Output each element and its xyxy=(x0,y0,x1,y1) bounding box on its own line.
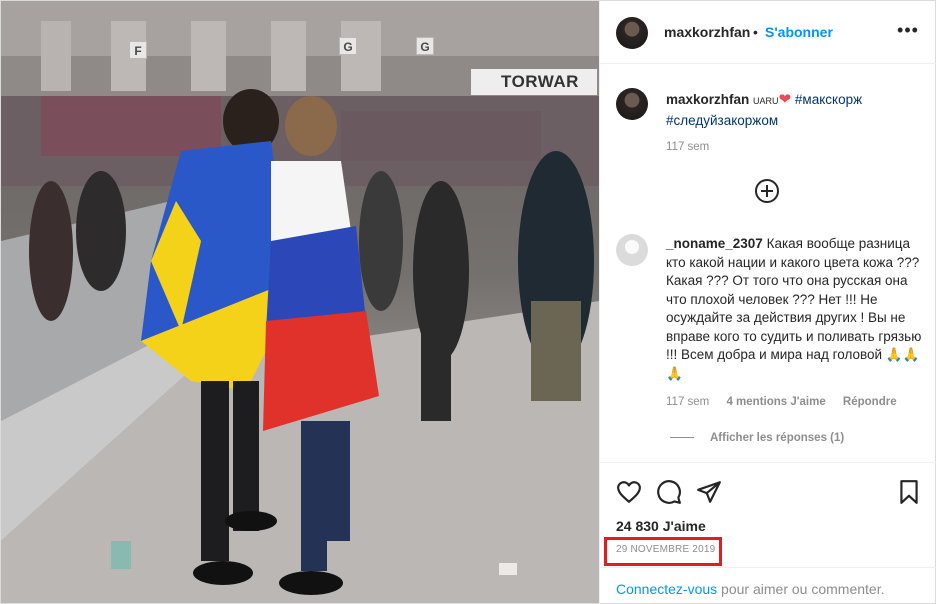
comment: _noname_2307 Какая вообще разница кто ка… xyxy=(666,235,922,383)
sign-letter-g1: G xyxy=(339,37,357,55)
show-replies-label: Afficher les réponses (1) xyxy=(710,432,845,444)
caption-username[interactable]: maxkorzhfan xyxy=(666,92,749,107)
torwar-sign: TORWAR xyxy=(471,69,597,95)
caption-avatar[interactable] xyxy=(616,88,648,120)
sign-letter-f: F xyxy=(129,41,147,59)
post-header: maxkorzhfan • S'abonner ••• xyxy=(600,1,936,64)
reply-button[interactable]: Répondre xyxy=(843,396,897,408)
login-link[interactable]: Connectez-vous xyxy=(616,581,717,597)
hashtag-link[interactable]: #следуйзакоржом xyxy=(666,113,778,128)
show-replies-button[interactable]: Afficher les réponses (1) xyxy=(670,432,844,444)
post-sidebar: maxkorzhfan • S'abonner ••• maxkorzhfan … xyxy=(599,1,936,603)
comment-avatar[interactable] xyxy=(616,234,648,266)
follow-button[interactable]: S'abonner xyxy=(765,24,833,40)
hashtag-link[interactable]: #макскорж xyxy=(795,92,862,107)
comment-likes[interactable]: 4 mentions J'aime xyxy=(726,396,825,408)
like-count[interactable]: 24 830 J'aime xyxy=(616,518,706,534)
action-bar xyxy=(600,462,936,516)
post-photo[interactable]: F G G TORWAR xyxy=(1,1,599,603)
comment-timestamp[interactable]: 117 sem xyxy=(666,396,709,408)
caption-timestamp[interactable]: 117 sem xyxy=(666,141,709,153)
heart-icon[interactable] xyxy=(616,479,642,505)
login-prompt: Connectez-vous pour aimer ou commenter. xyxy=(600,567,936,603)
comment-meta: 117 sem 4 mentions J'aime Répondre xyxy=(666,396,911,408)
share-icon[interactable] xyxy=(696,479,722,505)
caption-flag-text: UARU xyxy=(753,96,779,106)
header-username[interactable]: maxkorzhfan xyxy=(664,24,750,40)
bookmark-icon[interactable] xyxy=(896,479,922,505)
plus-circle-icon[interactable] xyxy=(755,179,779,203)
more-icon[interactable]: ••• xyxy=(896,21,920,43)
comments-section: maxkorzhfan UARU❤ #макскорж #следуйзакор… xyxy=(600,64,936,462)
comment-username[interactable]: _noname_2307 xyxy=(666,236,763,251)
heart-emoji: ❤ xyxy=(778,91,792,108)
login-rest: pour aimer ou commenter. xyxy=(717,581,885,597)
caption: maxkorzhfan UARU❤ #макскорж #следуйзакор… xyxy=(666,90,916,130)
sign-letter-g2: G xyxy=(416,37,434,55)
separator-dot: • xyxy=(753,24,758,40)
comment-body: Какая вообще разница кто какой нации и к… xyxy=(666,236,922,381)
replies-divider xyxy=(670,437,694,439)
post-date[interactable]: 29 NOVEMBRE 2019 xyxy=(616,544,715,555)
login-text: Connectez-vous pour aimer ou commenter. xyxy=(616,581,884,597)
avatar[interactable] xyxy=(616,17,648,49)
comment-icon[interactable] xyxy=(656,479,682,505)
